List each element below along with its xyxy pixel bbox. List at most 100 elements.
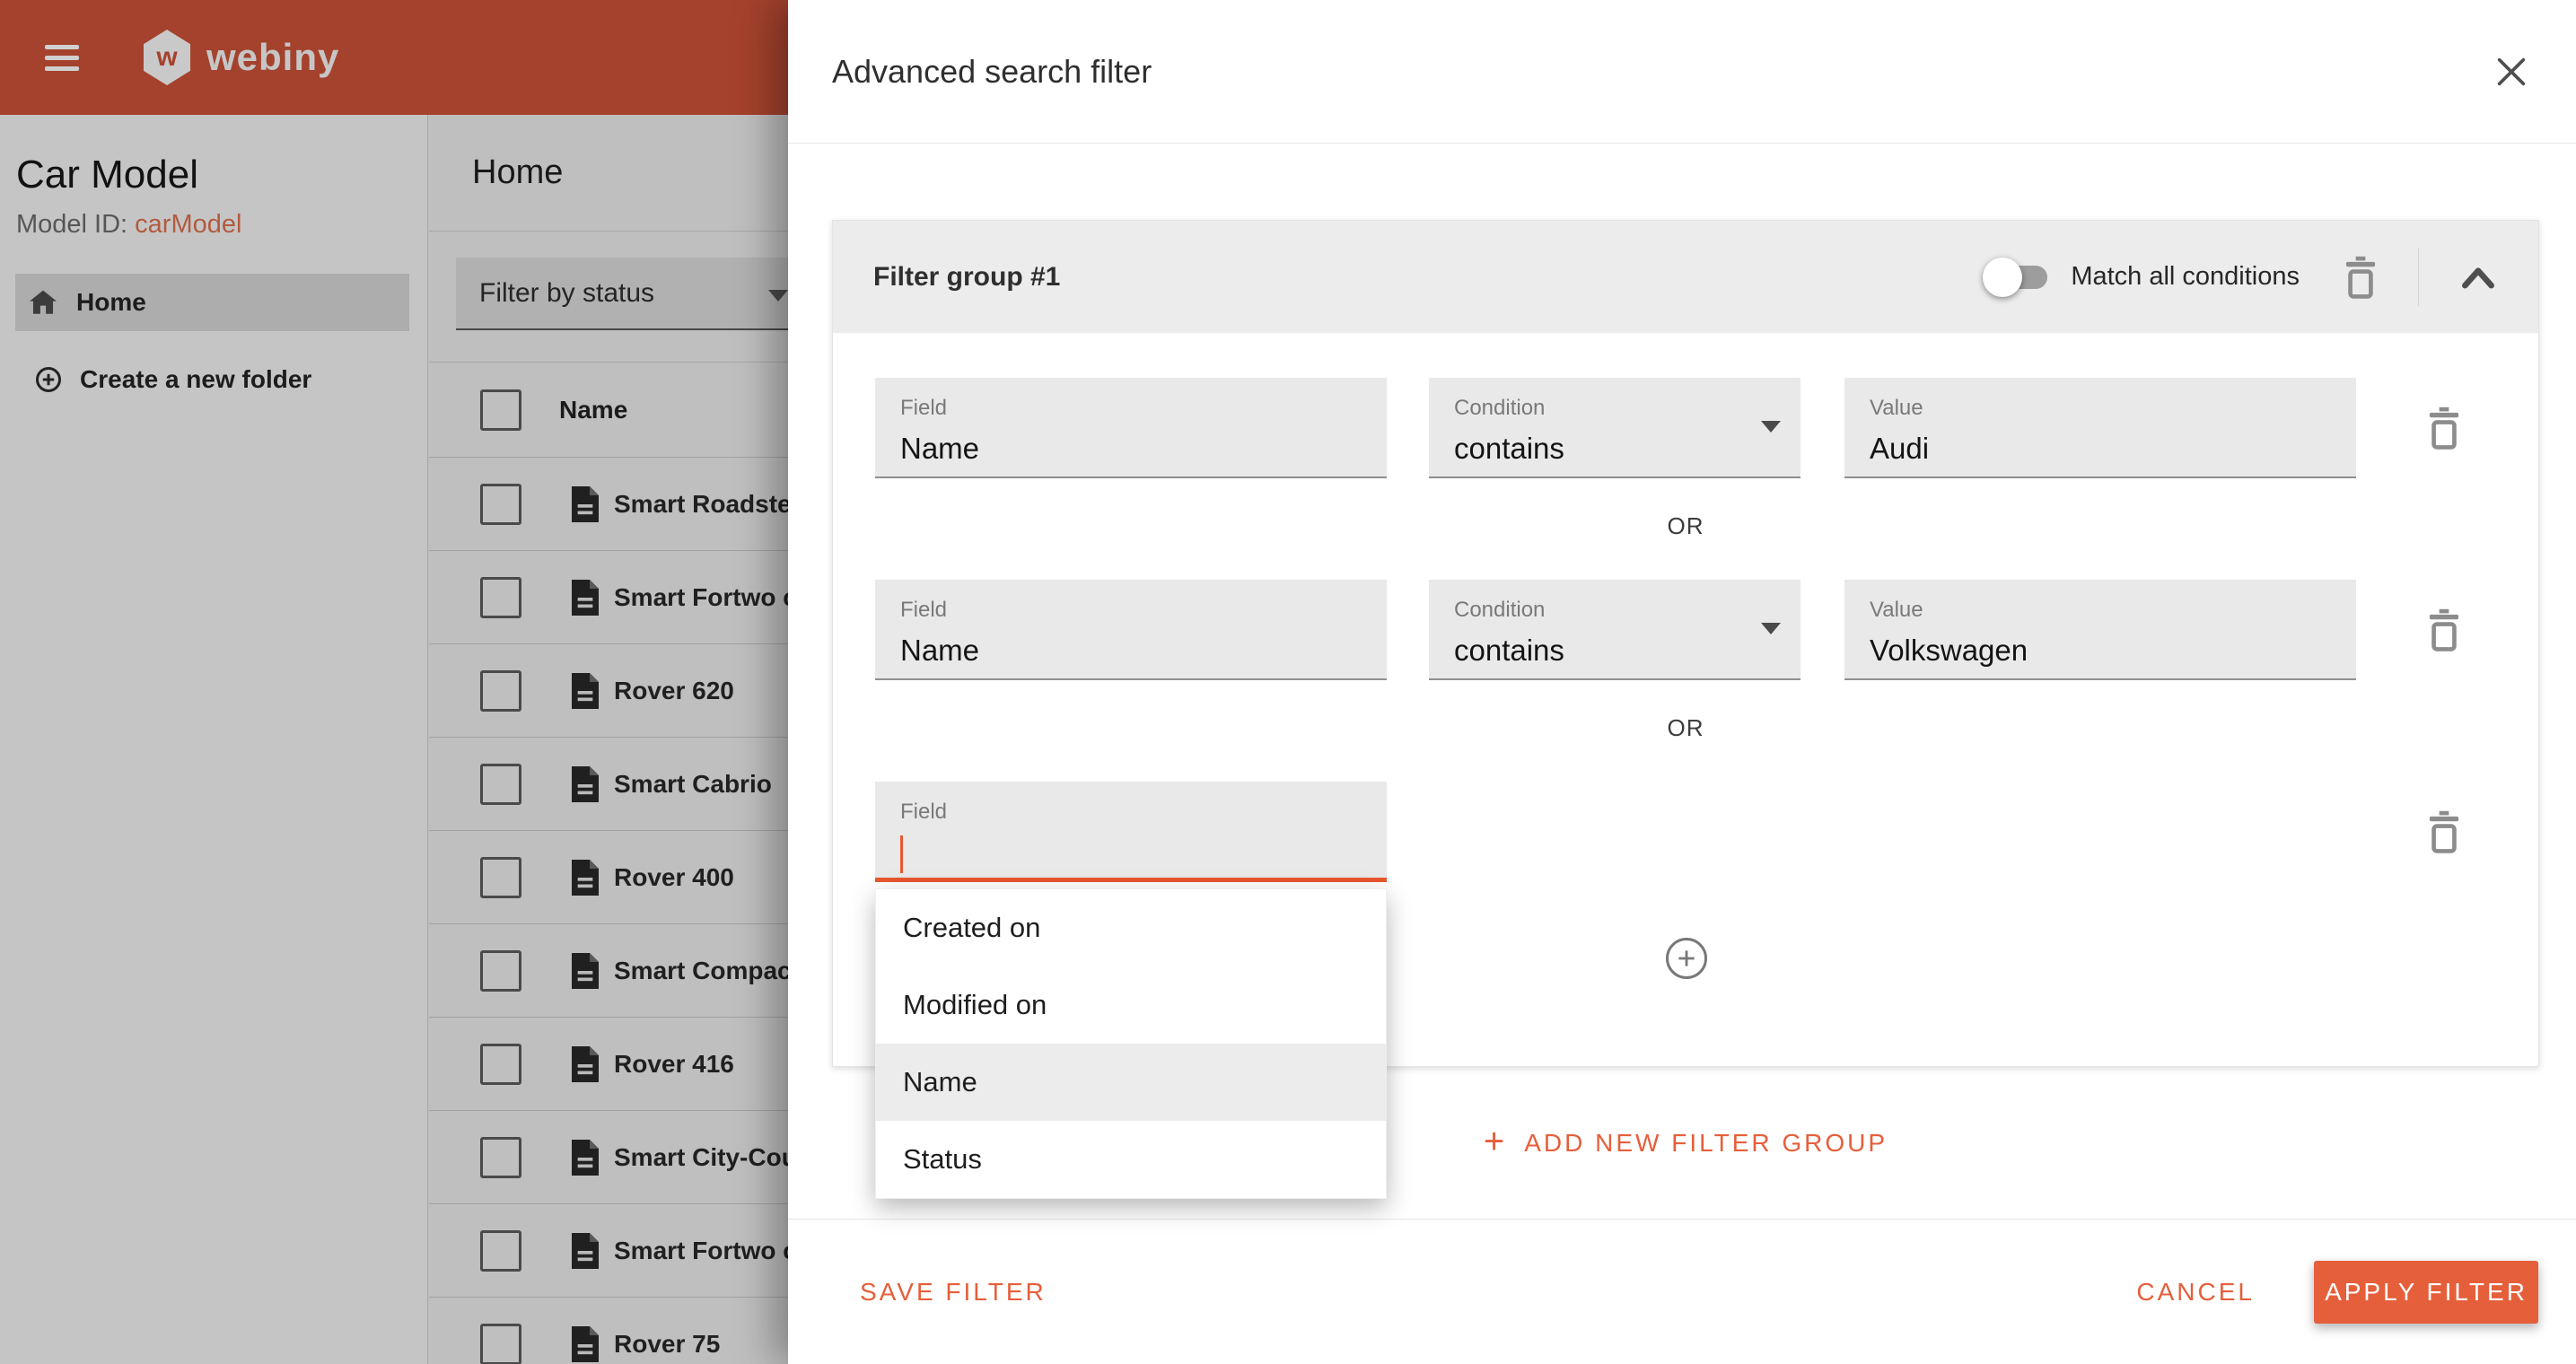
or-separator: OR <box>833 714 2538 742</box>
row-checkbox[interactable] <box>480 1044 521 1085</box>
close-icon[interactable] <box>2493 54 2529 90</box>
dropdown-arrow-icon <box>1761 623 1781 634</box>
field-label: Field <box>900 396 1387 421</box>
condition-label: Condition <box>1454 598 1801 623</box>
entry-name: Smart City-Coup <box>614 1143 812 1172</box>
row-checkbox[interactable] <box>480 950 521 992</box>
dropdown-arrow-icon <box>768 290 788 302</box>
row-checkbox[interactable] <box>480 670 521 712</box>
condition-label: Condition <box>1454 396 1801 421</box>
field-dropdown-menu: Created on Modified on Name Status <box>875 888 1387 1199</box>
dropdown-option-status[interactable]: Status <box>876 1121 1386 1198</box>
condition-row: Field <box>833 782 2538 882</box>
or-separator: OR <box>833 512 2538 540</box>
filter-group-title: Filter group #1 <box>873 262 1060 293</box>
status-filter-value: Filter by status <box>479 278 654 309</box>
cancel-button[interactable]: CANCEL <box>2136 1278 2255 1307</box>
sidebar: Car Model Model ID: carModel Home Create… <box>0 115 428 1364</box>
document-icon <box>567 765 603 804</box>
value-input[interactable]: Value Volkswagen <box>1844 580 2356 680</box>
condition-row: Field Name Condition contains Value Volk… <box>833 580 2538 680</box>
dropdown-option-modified-on[interactable]: Modified on <box>876 966 1386 1044</box>
add-condition-button[interactable] <box>1666 938 1707 979</box>
toggle-knob <box>1983 258 2022 297</box>
sidebar-item-create-folder[interactable]: Create a new folder <box>15 351 409 408</box>
entry-name: Smart Fortwo co <box>614 583 812 612</box>
document-icon <box>567 1138 603 1177</box>
value-label: Value <box>1870 598 2356 623</box>
condition-row: Field Name Condition contains Value Audi <box>833 378 2538 478</box>
home-icon <box>28 287 58 318</box>
sidebar-item-home[interactable]: Home <box>15 274 409 331</box>
dropdown-option-name[interactable]: Name <box>876 1044 1386 1121</box>
entry-name: Rover 620 <box>614 677 734 705</box>
value-text: Volkswagen <box>1870 634 2356 668</box>
delete-condition-trash-icon[interactable] <box>2424 406 2464 450</box>
value-label: Value <box>1870 396 2356 421</box>
model-id-value[interactable]: carModel <box>135 210 241 239</box>
circle-plus-icon <box>35 366 62 393</box>
filter-group-header: Filter group #1 Match all conditions <box>833 221 2538 333</box>
advanced-search-filter-modal: Advanced search filter Filter group #1 M… <box>788 0 2576 1364</box>
model-title: Car Model <box>16 153 427 197</box>
divider <box>2418 249 2419 306</box>
entry-name: Smart Cabrio <box>614 770 772 799</box>
entry-name: Smart Roadster <box>614 490 802 519</box>
filter-group-card: Filter group #1 Match all conditions Fie… <box>832 220 2539 1067</box>
condition-select[interactable]: Condition contains <box>1429 580 1801 680</box>
value-input[interactable]: Value Audi <box>1844 378 2356 478</box>
row-checkbox[interactable] <box>480 1324 521 1364</box>
dropdown-arrow-icon <box>1761 421 1781 433</box>
row-checkbox[interactable] <box>480 484 521 525</box>
add-group-label: ADD NEW FILTER GROUP <box>1524 1129 1888 1158</box>
row-checkbox[interactable] <box>480 857 521 898</box>
document-icon <box>567 1231 603 1271</box>
apply-filter-button[interactable]: APPLY FILTER <box>2314 1261 2538 1324</box>
document-icon <box>567 485 603 524</box>
row-checkbox[interactable] <box>480 1137 521 1178</box>
document-icon <box>567 1045 603 1084</box>
webiny-logo-icon[interactable]: w <box>144 30 190 85</box>
field-label: Field <box>900 598 1387 623</box>
model-id: Model ID: carModel <box>16 210 427 240</box>
sidebar-item-label: Create a new folder <box>80 365 311 394</box>
match-all-toggle[interactable] <box>1990 266 2047 289</box>
field-label: Field <box>900 800 1387 825</box>
field-input[interactable]: Field Name <box>875 378 1387 478</box>
condition-value: contains <box>1454 634 1801 668</box>
field-value: Name <box>900 432 1387 466</box>
dropdown-option-created-on[interactable]: Created on <box>876 889 1386 966</box>
field-input[interactable]: Field Name <box>875 580 1387 680</box>
modal-footer: SAVE FILTER CANCEL APPLY FILTER <box>788 1219 2576 1364</box>
collapse-chevron-up-icon[interactable] <box>2458 264 2498 291</box>
save-filter-button[interactable]: SAVE FILTER <box>860 1278 1047 1307</box>
name-column-header[interactable]: Name <box>559 396 627 424</box>
plus-icon: + <box>1484 1122 1504 1162</box>
modal-title: Advanced search filter <box>832 53 1152 91</box>
webiny-wordmark: webiny <box>206 36 339 79</box>
match-all-label: Match all conditions <box>2071 262 2300 292</box>
document-icon <box>567 578 603 617</box>
document-icon <box>567 671 603 711</box>
menu-icon[interactable] <box>45 39 79 77</box>
document-icon <box>567 1325 603 1364</box>
folder-title: Home <box>472 153 563 192</box>
field-input-focused[interactable]: Field <box>875 782 1387 882</box>
row-checkbox[interactable] <box>480 577 521 618</box>
row-checkbox[interactable] <box>480 764 521 805</box>
sidebar-item-label: Home <box>76 288 146 317</box>
delete-group-trash-icon[interactable] <box>2341 255 2380 300</box>
entry-name: Rover 416 <box>614 1050 734 1079</box>
row-checkbox[interactable] <box>480 1230 521 1272</box>
value-text: Audi <box>1870 432 2356 466</box>
select-all-checkbox[interactable] <box>480 389 521 431</box>
condition-select[interactable]: Condition contains <box>1429 378 1801 478</box>
entry-name: Smart Fortwo ca <box>614 1237 810 1265</box>
status-filter-select[interactable]: Filter by status <box>456 258 815 330</box>
delete-condition-trash-icon[interactable] <box>2424 608 2464 652</box>
delete-condition-trash-icon[interactable] <box>2424 809 2464 854</box>
modal-titlebar: Advanced search filter <box>788 0 2576 144</box>
condition-value: contains <box>1454 432 1801 466</box>
document-icon <box>567 858 603 897</box>
document-icon <box>567 951 603 991</box>
